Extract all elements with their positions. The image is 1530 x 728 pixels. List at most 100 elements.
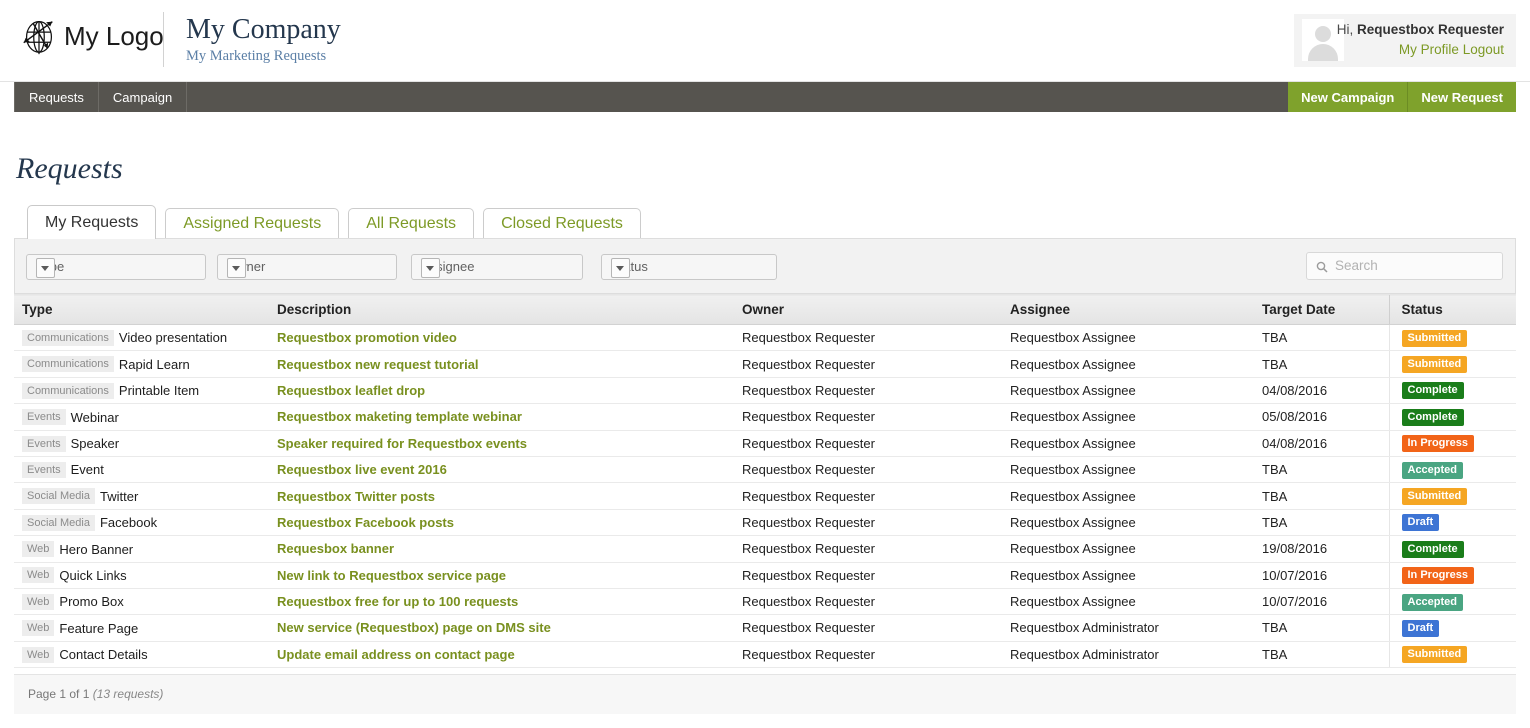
cell-target-date: TBA — [1254, 325, 1389, 351]
filter-owner-select[interactable]: Owner — [217, 254, 397, 280]
cell-owner: Requestbox Requester — [734, 404, 1002, 430]
cell-target-date: 04/08/2016 — [1254, 430, 1389, 456]
table-row[interactable]: EventsSpeakerSpeaker required for Reques… — [14, 430, 1516, 456]
cell-status: Accepted — [1389, 588, 1516, 614]
filter-assignee-select[interactable]: Assignee — [411, 254, 583, 280]
cell-status: Draft — [1389, 509, 1516, 535]
tab-assigned-requests[interactable]: Assigned Requests — [165, 208, 339, 239]
cell-description: Requestbox Facebook posts — [269, 509, 734, 535]
cell-owner: Requestbox Requester — [734, 588, 1002, 614]
request-link[interactable]: New service (Requestbox) page on DMS sit… — [277, 620, 551, 635]
table-row[interactable]: WebContact DetailsUpdate email address o… — [14, 641, 1516, 667]
user-greeting: Hi, Requestbox Requester — [1337, 22, 1504, 37]
tab-my-requests[interactable]: My Requests — [27, 205, 156, 239]
column-header-description[interactable]: Description — [269, 295, 734, 325]
greeting-prefix: Hi, — [1337, 22, 1357, 37]
type-name: Feature Page — [59, 621, 138, 636]
cell-target-date: 04/08/2016 — [1254, 377, 1389, 403]
cell-owner: Requestbox Requester — [734, 377, 1002, 403]
request-link[interactable]: Requestbox maketing template webinar — [277, 409, 522, 424]
cell-owner: Requestbox Requester — [734, 456, 1002, 482]
user-links: My Profile Logout — [1399, 42, 1504, 57]
new-campaign-button[interactable]: New Campaign — [1288, 82, 1408, 112]
nav-item-campaign[interactable]: Campaign — [99, 82, 187, 112]
cell-status: In Progress — [1389, 430, 1516, 456]
request-link[interactable]: Requestbox promotion video — [277, 330, 457, 345]
search-placeholder: Search — [1335, 258, 1378, 273]
logout-link[interactable]: Logout — [1463, 42, 1504, 57]
type-tag: Social Media — [22, 488, 95, 504]
cell-description: Requestbox maketing template webinar — [269, 404, 734, 430]
user-panel: Hi, Requestbox Requester My Profile Logo… — [1294, 14, 1516, 67]
request-link[interactable]: Speaker required for Requestbox events — [277, 436, 527, 451]
new-request-button[interactable]: New Request — [1408, 82, 1516, 112]
cell-description: Requestbox leaflet drop — [269, 377, 734, 403]
cell-description: New service (Requestbox) page on DMS sit… — [269, 615, 734, 641]
cell-type: WebHero Banner — [14, 536, 269, 562]
tab-all-requests[interactable]: All Requests — [348, 208, 474, 239]
table-row[interactable]: CommunicationsRapid LearnRequestbox new … — [14, 351, 1516, 377]
nav-items: Requests Campaign — [14, 82, 187, 112]
status-badge: Complete — [1402, 541, 1464, 558]
tab-closed-requests[interactable]: Closed Requests — [483, 208, 641, 239]
column-header-assignee[interactable]: Assignee — [1002, 295, 1254, 325]
table-row[interactable]: CommunicationsPrintable Item Requestbox l… — [14, 377, 1516, 403]
nav-actions: New Campaign New Request — [1288, 82, 1516, 112]
table-row[interactable]: Social MediaFacebookRequestbox Facebook … — [14, 509, 1516, 535]
status-badge: Accepted — [1402, 462, 1464, 479]
table-row[interactable]: WebHero BannerRequesbox bannerRequestbox… — [14, 536, 1516, 562]
filter-type-select[interactable]: Type — [26, 254, 206, 280]
column-header-target-date[interactable]: Target Date — [1254, 295, 1389, 325]
cell-status: In Progress — [1389, 562, 1516, 588]
column-header-status[interactable]: Status — [1389, 295, 1516, 325]
type-tag: Web — [22, 620, 54, 636]
table-row[interactable]: EventsEventRequestbox live event 2016Req… — [14, 456, 1516, 482]
request-link[interactable]: Requestbox new request tutorial — [277, 357, 479, 372]
cell-type: CommunicationsPrintable Item — [14, 377, 269, 403]
table-row[interactable]: WebQuick Links New link to Requestbox ser… — [14, 562, 1516, 588]
brand-logo[interactable]: My Logo — [18, 14, 164, 58]
request-link[interactable]: Requestbox live event 2016 — [277, 462, 447, 477]
type-name: Contact Details — [59, 647, 147, 662]
company-block: My Company My Marketing Requests — [186, 14, 341, 65]
globe-arrows-icon — [18, 14, 60, 58]
page-info: Page 1 of 1 — [28, 687, 93, 701]
cell-assignee: Requestbox Assignee — [1002, 404, 1254, 430]
search-icon — [1316, 260, 1328, 272]
status-badge: Draft — [1402, 514, 1440, 531]
cell-assignee: Requestbox Administrator — [1002, 641, 1254, 667]
filter-status-select[interactable]: Status — [601, 254, 777, 280]
cell-status: Complete — [1389, 536, 1516, 562]
main-navbar: Requests Campaign New Campaign New Reque… — [14, 82, 1516, 112]
cell-description: Requestbox new request tutorial — [269, 351, 734, 377]
my-profile-link[interactable]: My Profile — [1399, 42, 1459, 57]
avatar-body-icon — [1308, 44, 1338, 61]
table-row[interactable]: WebPromo BoxRequestbox free for up to 10… — [14, 588, 1516, 614]
page-header: My Logo My Company My Marketing Requests… — [0, 0, 1530, 82]
cell-type: WebQuick Links — [14, 562, 269, 588]
request-link[interactable]: New link to Requestbox service page — [277, 568, 506, 583]
request-link[interactable]: Requestbox Facebook posts — [277, 515, 454, 530]
request-link[interactable]: Requestbox Twitter posts — [277, 489, 435, 504]
search-input[interactable]: Search — [1306, 252, 1503, 280]
request-link[interactable]: Requesbox banner — [277, 541, 394, 556]
table-row[interactable]: CommunicationsVideo presentationRequestb… — [14, 325, 1516, 351]
table-row[interactable]: EventsWebinarRequestbox maketing templat… — [14, 404, 1516, 430]
request-link[interactable]: Update email address on contact page — [277, 647, 515, 662]
cell-status: Submitted — [1389, 325, 1516, 351]
cell-description: Speaker required for Requestbox events — [269, 430, 734, 456]
column-header-type[interactable]: Type — [14, 295, 269, 325]
cell-target-date: TBA — [1254, 483, 1389, 509]
type-name: Webinar — [71, 410, 119, 425]
column-header-owner[interactable]: Owner — [734, 295, 1002, 325]
cell-status: Draft — [1389, 615, 1516, 641]
cell-owner: Requestbox Requester — [734, 509, 1002, 535]
table-row[interactable]: Social MediaTwitterRequestbox Twitter po… — [14, 483, 1516, 509]
table-row[interactable]: Web Feature Page New service (Requestbox) … — [14, 615, 1516, 641]
cell-type: Web Feature Page — [14, 615, 269, 641]
request-link[interactable]: Requestbox free for up to 100 requests — [277, 594, 518, 609]
company-subtitle: My Marketing Requests — [186, 47, 341, 65]
cell-description: Requestbox free for up to 100 requests — [269, 588, 734, 614]
nav-item-requests[interactable]: Requests — [14, 82, 99, 112]
request-link[interactable]: Requestbox leaflet drop — [277, 383, 425, 398]
